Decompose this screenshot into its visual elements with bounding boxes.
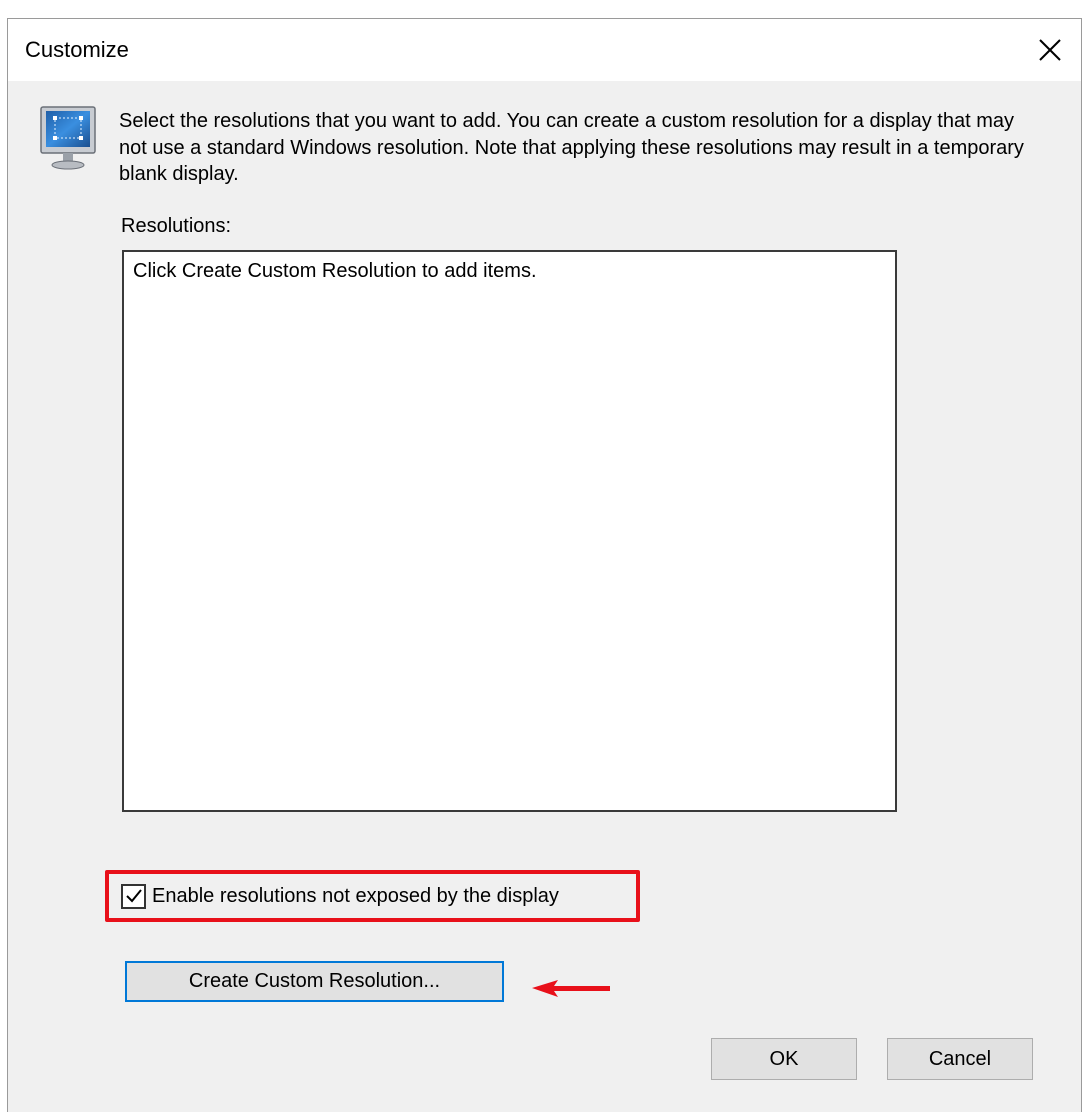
- checkmark-icon: [125, 889, 142, 903]
- monitor-icon: [40, 106, 96, 170]
- resolutions-listbox[interactable]: Click Create Custom Resolution to add it…: [122, 250, 897, 812]
- background-strip: [0, 0, 1084, 18]
- customize-dialog: Customize Select the resolutions that yo…: [7, 18, 1082, 1112]
- ok-button[interactable]: OK: [711, 1038, 857, 1080]
- title-bar: Customize: [8, 19, 1081, 81]
- resolutions-label: Resolutions:: [121, 215, 232, 237]
- listbox-empty-text: Click Create Custom Resolution to add it…: [133, 260, 537, 282]
- dialog-description: Select the resolutions that you want to …: [119, 110, 1024, 185]
- arrow-annotation-icon: [532, 980, 610, 997]
- dialog-title: Customize: [25, 37, 129, 62]
- enable-resolutions-label[interactable]: Enable resolutions not exposed by the di…: [152, 885, 559, 908]
- close-icon: [1039, 39, 1061, 61]
- create-custom-resolution-button[interactable]: Create Custom Resolution...: [125, 961, 504, 1002]
- close-button[interactable]: [1019, 19, 1081, 81]
- enable-resolutions-checkbox[interactable]: [121, 883, 146, 909]
- cancel-button[interactable]: Cancel: [887, 1038, 1033, 1080]
- enable-resolutions-option[interactable]: Enable resolutions not exposed by the di…: [121, 883, 559, 909]
